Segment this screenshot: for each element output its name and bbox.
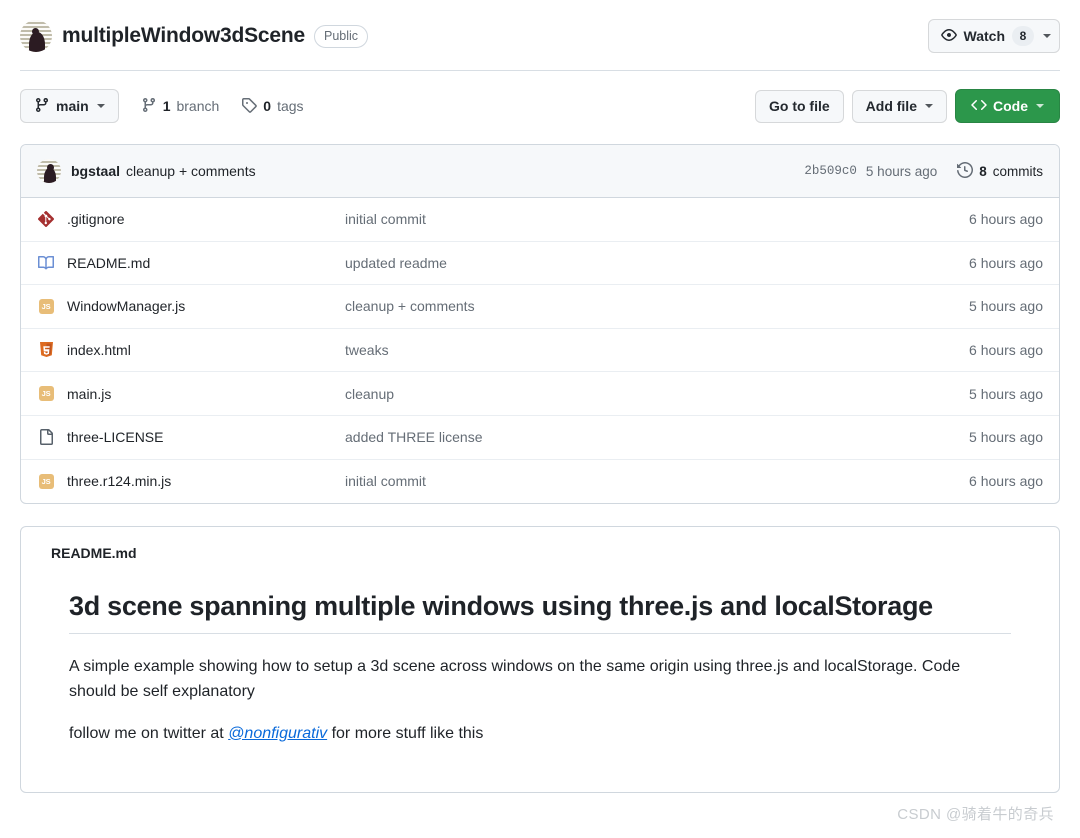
branch-count-label: branch <box>176 98 220 114</box>
git-branch-icon <box>34 97 50 116</box>
csdn-watermark: CSDN @骑着牛的奇兵 <box>897 806 1054 823</box>
file-name[interactable]: three-LICENSE <box>67 429 345 445</box>
github-repo-page: multipleWindow3dScene Public Watch 8 mai… <box>0 0 1080 838</box>
eye-icon <box>940 27 957 46</box>
branch-count[interactable]: 1 branch <box>141 97 220 116</box>
branch-selector[interactable]: main <box>20 89 119 123</box>
branch-count-number: 1 <box>162 98 171 114</box>
commits-count-label: commits <box>992 163 1043 179</box>
commit-author-avatar[interactable] <box>37 159 61 183</box>
commit-author-name[interactable]: bgstaal <box>71 163 120 179</box>
watch-count: 8 <box>1012 26 1034 46</box>
git-diamond-icon <box>37 210 55 228</box>
code-label: Code <box>993 98 1028 114</box>
file-name[interactable]: .gitignore <box>67 211 345 227</box>
branch-name: main <box>56 98 89 114</box>
latest-commit-bar: bgstaal cleanup + comments 2b509c0 5 hou… <box>21 145 1059 198</box>
tag-count-label: tags <box>277 98 304 114</box>
tag-count-number: 0 <box>263 98 272 114</box>
commit-meta: 2b509c0 5 hours ago 8 commits <box>804 161 1043 181</box>
table-row[interactable]: three-LICENSE added THREE license 5 hour… <box>21 416 1059 460</box>
readme-content: 3d scene spanning multiple windows using… <box>51 591 1029 746</box>
commit-message[interactable]: cleanup + comments <box>126 163 256 179</box>
tag-count[interactable]: 0 tags <box>241 97 304 116</box>
file-commit-message[interactable]: cleanup <box>345 386 969 402</box>
readme-text-after-link: for more stuff like this <box>327 724 484 742</box>
javascript-icon: JS <box>37 297 55 315</box>
file-commit-message[interactable]: cleanup + comments <box>345 298 969 314</box>
file-time: 6 hours ago <box>969 254 1043 271</box>
book-icon <box>37 254 55 272</box>
code-brackets-icon <box>971 97 987 116</box>
file-name[interactable]: three.r124.min.js <box>67 473 345 489</box>
readme-paragraph-2: follow me on twitter at @nonfigurativ fo… <box>69 721 979 746</box>
readme-heading: 3d scene spanning multiple windows using… <box>69 591 1011 635</box>
git-branch-icon <box>141 97 157 116</box>
readme-text-before-link: follow me on twitter at <box>69 724 229 742</box>
commit-sha[interactable]: 2b509c0 <box>804 164 857 178</box>
file-time: 6 hours ago <box>969 211 1043 228</box>
table-row[interactable]: JS WindowManager.js cleanup + comments 5… <box>21 285 1059 329</box>
table-row[interactable]: JS three.r124.min.js initial commit 6 ho… <box>21 460 1059 504</box>
commit-time: 5 hours ago <box>865 163 938 179</box>
twitter-handle-link[interactable]: @nonfigurativ <box>228 725 327 742</box>
readme-card: README.md 3d scene spanning multiple win… <box>20 526 1060 793</box>
file-commit-message[interactable]: tweaks <box>345 342 969 358</box>
page-title[interactable]: multipleWindow3dScene <box>62 24 305 48</box>
watch-button[interactable]: Watch 8 <box>927 19 1060 53</box>
avatar-silhouette <box>29 28 45 52</box>
file-commit-message[interactable]: initial commit <box>345 473 969 489</box>
readme-paragraph-1: A simple example showing how to setup a … <box>69 658 961 701</box>
code-button[interactable]: Code <box>955 89 1060 123</box>
chevron-down-icon <box>925 104 933 108</box>
file-commit-message[interactable]: added THREE license <box>345 429 969 445</box>
watch-label: Watch <box>963 28 1005 44</box>
table-row[interactable]: README.md updated readme 6 hours ago <box>21 242 1059 286</box>
file-commit-message[interactable]: updated readme <box>345 255 969 271</box>
chevron-down-icon <box>1043 34 1051 38</box>
toolbar-actions: Go to file Add file Code <box>754 89 1060 123</box>
file-time: 5 hours ago <box>969 385 1043 402</box>
header-actions: Watch 8 <box>927 19 1060 53</box>
table-row[interactable]: index.html tweaks 6 hours ago <box>21 329 1059 373</box>
readme-label: README.md <box>51 545 137 562</box>
commits-count[interactable]: 8 commits <box>957 161 1043 181</box>
table-row[interactable]: .gitignore initial commit 6 hours ago <box>21 198 1059 242</box>
file-time: 5 hours ago <box>969 429 1043 446</box>
javascript-icon: JS <box>37 472 55 490</box>
chevron-down-icon <box>1036 104 1044 108</box>
javascript-icon: JS <box>37 385 55 403</box>
go-to-file-button[interactable]: Go to file <box>754 89 844 123</box>
file-name[interactable]: README.md <box>67 255 345 271</box>
file-name[interactable]: index.html <box>67 342 345 358</box>
file-name[interactable]: main.js <box>67 386 345 402</box>
file-time: 6 hours ago <box>969 342 1043 359</box>
file-commit-message[interactable]: initial commit <box>345 211 969 227</box>
status-badge: Public <box>313 24 369 48</box>
file-time: 5 hours ago <box>969 298 1043 315</box>
commits-count-number: 8 <box>979 163 987 179</box>
add-file-button[interactable]: Add file <box>851 89 947 123</box>
file-icon <box>37 428 55 446</box>
file-list-card: bgstaal cleanup + comments 2b509c0 5 hou… <box>20 144 1060 505</box>
avatar <box>20 20 52 52</box>
history-clock-icon <box>957 161 974 181</box>
file-name[interactable]: WindowManager.js <box>67 298 345 314</box>
repo-header: multipleWindow3dScene Public Watch 8 <box>0 0 1080 58</box>
table-row[interactable]: JS main.js cleanup 5 hours ago <box>21 372 1059 416</box>
html5-icon <box>37 341 55 359</box>
repo-toolbar: main 1 branch 0 tags Go to file Add file <box>0 71 1080 123</box>
file-time: 6 hours ago <box>969 473 1043 490</box>
avatar-silhouette <box>44 164 56 183</box>
add-file-label: Add file <box>865 98 917 114</box>
chevron-down-icon <box>96 104 105 108</box>
tag-icon <box>241 97 258 116</box>
